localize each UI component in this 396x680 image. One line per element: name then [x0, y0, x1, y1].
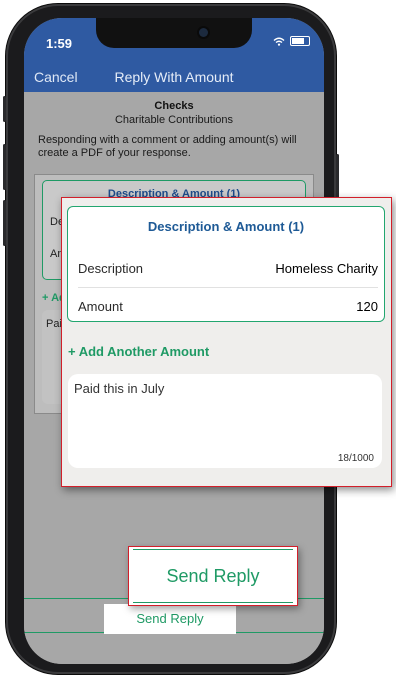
page-subtitle: Charitable Contributions [114, 114, 233, 126]
amount-row[interactable]: Amount 120 [78, 287, 378, 325]
character-count: 18/1000 [337, 453, 374, 464]
nav-title: Reply With Amount [114, 69, 234, 85]
status-time: 1:59 [46, 36, 73, 51]
send-reply-button[interactable]: Send Reply [104, 604, 236, 634]
zoomed-send-reply-callout: Send Reply [128, 546, 298, 606]
send-divider-bottom [133, 602, 293, 603]
description-label: Description [78, 261, 144, 276]
status-icons [273, 36, 310, 46]
description-value[interactable]: Homeless Charity [275, 261, 378, 276]
notch [96, 18, 252, 48]
front-camera [199, 28, 208, 37]
comment-textarea[interactable]: Paid this in July 18/1000 [68, 374, 382, 468]
add-another-amount-link[interactable]: + Add Another Amount [68, 344, 209, 359]
send-divider-top [133, 549, 293, 550]
comment-text: Paid this in July [74, 381, 165, 396]
amount-label: Amount [78, 299, 123, 314]
nav-bar: Cancel Reply With Amount [24, 64, 324, 92]
amount-value[interactable]: 120 [356, 299, 378, 314]
volume-down-button [3, 200, 6, 246]
mute-switch [3, 96, 6, 122]
zoomed-send-reply-button[interactable]: Send Reply [129, 566, 297, 587]
zoomed-form-callout: Description & Amount (1) Description Hom… [61, 197, 392, 487]
amount-card-title: Description & Amount (1) [147, 219, 305, 234]
description-row[interactable]: Description Homeless Charity [78, 249, 378, 288]
pdf-notice: Responding with a comment or adding amou… [38, 134, 297, 159]
volume-up-button [3, 144, 6, 190]
amount-card: Description & Amount (1) Description Hom… [67, 206, 385, 322]
battery-icon [290, 36, 310, 46]
wifi-icon [273, 37, 285, 46]
page-title: Checks [154, 100, 194, 112]
